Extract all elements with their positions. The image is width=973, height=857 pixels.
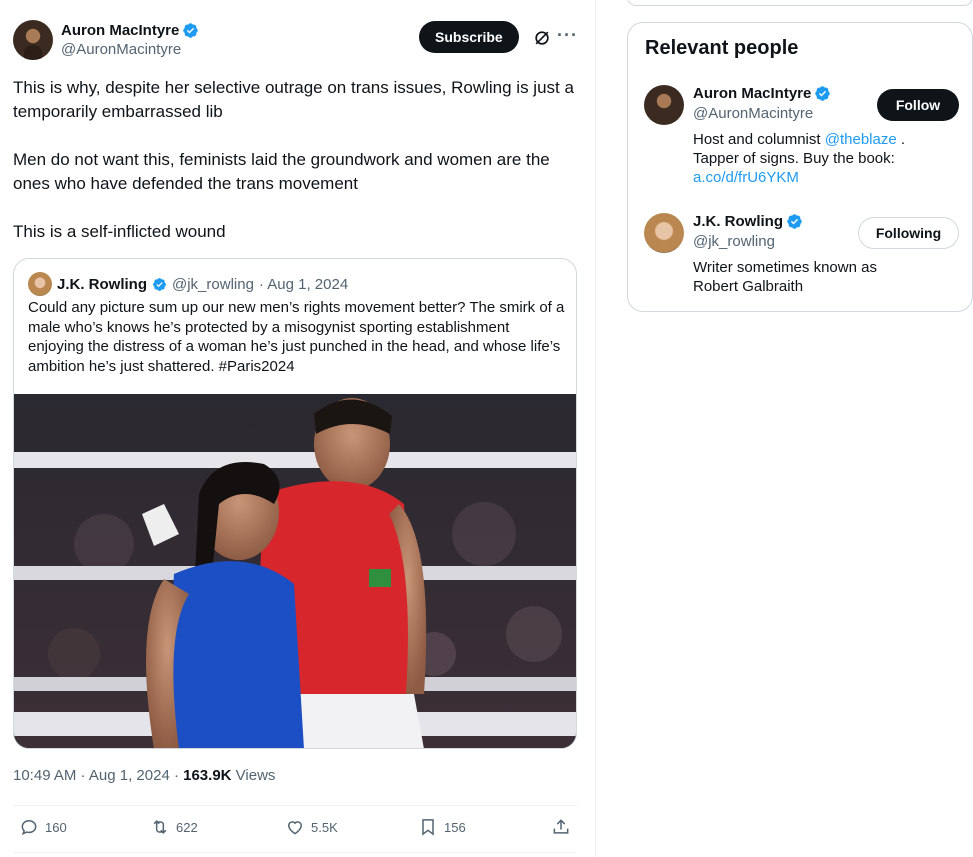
person-name-text[interactable]: Auron MacIntyre bbox=[693, 85, 811, 102]
person-bio: Host and columnist @theblaze . Tapper of… bbox=[693, 130, 923, 187]
relevant-people-card: Relevant people Auron MacIntyre @AuronMa… bbox=[627, 22, 973, 312]
verified-badge-icon bbox=[153, 277, 166, 291]
person-avatar[interactable] bbox=[644, 85, 684, 125]
author-name-text[interactable]: Auron MacIntyre bbox=[61, 22, 179, 39]
views-label: Views bbox=[231, 767, 276, 784]
boxing-ring-photo bbox=[14, 394, 576, 748]
like-button[interactable]: 5.5K bbox=[285, 817, 338, 837]
tweet-paragraph-2: Men do not want this, feminists laid the… bbox=[13, 150, 550, 193]
bookmark-icon bbox=[422, 819, 434, 836]
tweet-paragraph-1: This is why, despite her selective outra… bbox=[13, 78, 574, 121]
person-handle[interactable]: @AuronMacintyre bbox=[693, 105, 813, 122]
following-button[interactable]: Following bbox=[858, 217, 959, 249]
main-column: Auron MacIntyre @AuronMacintyre Subscrib… bbox=[0, 0, 596, 857]
heart-icon bbox=[287, 821, 303, 835]
follow-button[interactable]: Follow bbox=[877, 89, 959, 121]
like-count: 5.5K bbox=[311, 819, 338, 835]
quoted-tweet-text: Could any picture sum up our new men’s r… bbox=[28, 299, 565, 375]
verified-badge-icon bbox=[815, 86, 831, 101]
reply-count: 160 bbox=[45, 819, 67, 835]
tweet-author-row: Auron MacIntyre @AuronMacintyre Subscrib… bbox=[13, 20, 583, 62]
person-name[interactable]: J.K. Rowling bbox=[693, 213, 803, 230]
share-button[interactable] bbox=[551, 817, 571, 837]
views-count: 163.9K bbox=[183, 767, 232, 784]
divider-bottom bbox=[13, 852, 577, 853]
person-name[interactable]: Auron MacIntyre bbox=[693, 85, 831, 102]
quoted-tweet[interactable]: J.K. Rowling @jk_rowling · Aug 1, 2024 C… bbox=[13, 258, 577, 749]
bio-mention-link[interactable]: @theblaze bbox=[825, 131, 897, 148]
person-bio: Writer sometimes known as Robert Galbrai… bbox=[693, 259, 877, 295]
quoted-tweet-photo[interactable] bbox=[14, 394, 576, 748]
bookmark-count: 156 bbox=[444, 819, 466, 835]
relevant-people-title: Relevant people bbox=[645, 37, 799, 59]
subscribe-button[interactable]: Subscribe bbox=[419, 21, 519, 53]
bookmark-button[interactable]: 156 bbox=[418, 817, 466, 837]
quoted-tweet-date[interactable]: · Aug 1, 2024 bbox=[259, 276, 348, 293]
quoted-author-name[interactable]: J.K. Rowling bbox=[57, 276, 147, 293]
verified-badge-icon bbox=[787, 214, 802, 229]
bio-book-link[interactable]: a.co/d/frU6YKM bbox=[693, 169, 799, 186]
divider-top bbox=[13, 805, 577, 806]
reply-button[interactable]: 160 bbox=[19, 817, 67, 837]
bio-text: Host and columnist bbox=[693, 131, 825, 148]
quoted-tweet-header: J.K. Rowling @jk_rowling · Aug 1, 2024 bbox=[28, 272, 348, 296]
tweet-text: This is why, despite her selective outra… bbox=[13, 76, 583, 268]
tweet-paragraph-3: This is a self-inflicted wound bbox=[13, 222, 226, 241]
grok-icon[interactable] bbox=[532, 28, 552, 48]
person-name-text[interactable]: J.K. Rowling bbox=[693, 213, 783, 230]
reply-icon bbox=[21, 819, 37, 836]
author-avatar[interactable] bbox=[13, 20, 53, 60]
person-avatar[interactable] bbox=[644, 213, 684, 253]
person-handle[interactable]: @jk_rowling bbox=[693, 233, 775, 250]
post-meta: 10:49 AM · Aug 1, 2024 · 163.9K Views bbox=[13, 767, 275, 784]
repost-button[interactable]: 622 bbox=[150, 817, 198, 837]
post-timestamp[interactable]: 10:49 AM · Aug 1, 2024 · bbox=[13, 767, 183, 784]
verified-badge-icon bbox=[183, 23, 199, 38]
quoted-author-handle[interactable]: @jk_rowling bbox=[172, 276, 254, 293]
author-name[interactable]: Auron MacIntyre bbox=[61, 22, 199, 39]
tweet-action-bar: 160 622 5.5K 156 bbox=[13, 812, 577, 846]
author-handle[interactable]: @AuronMacintyre bbox=[61, 41, 181, 58]
person-jk-rowling[interactable]: J.K. Rowling @jk_rowling Following Write… bbox=[644, 213, 964, 295]
repost-count: 622 bbox=[176, 819, 198, 835]
previous-sidebar-card bbox=[627, 0, 973, 6]
more-options-icon[interactable]: ··· bbox=[557, 26, 579, 48]
share-icon bbox=[553, 819, 569, 834]
repost-icon bbox=[153, 820, 167, 834]
person-auron-macintyre[interactable]: Auron MacIntyre @AuronMacintyre Follow H… bbox=[644, 85, 964, 195]
quoted-author-avatar[interactable] bbox=[28, 272, 52, 296]
